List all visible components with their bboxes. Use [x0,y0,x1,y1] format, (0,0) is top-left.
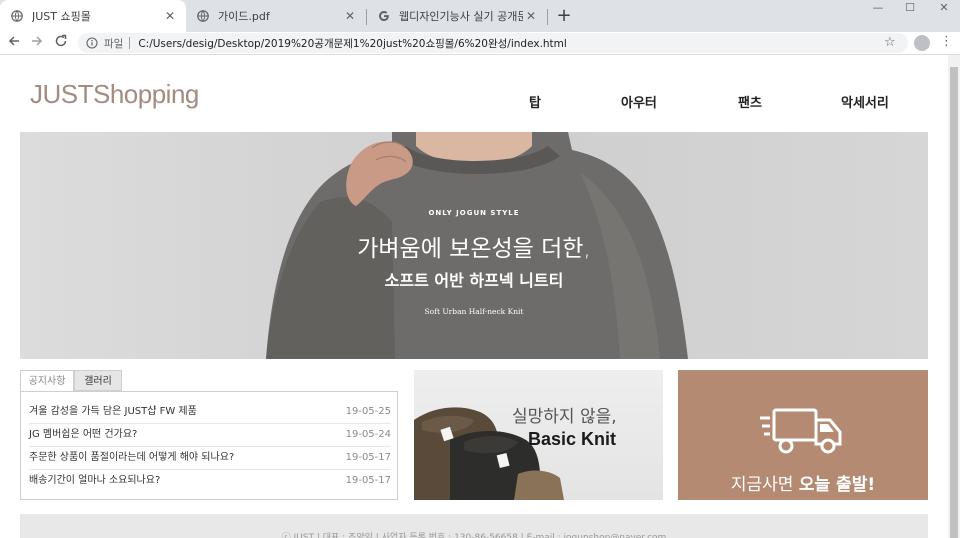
back-arrow-icon[interactable] [5,34,23,52]
info-icon[interactable] [86,37,98,49]
notice-title[interactable]: 배송기간이 얼마나 소요되나요? [29,469,160,492]
hero-subheadline: 소프트 어반 하프넥 니트티 [384,271,564,290]
notice-title[interactable]: 겨울 감성을 가득 담은 JUST샵 FW 제품 [29,400,197,423]
tab-notice[interactable]: 공지사항 [20,370,74,391]
close-tab-icon[interactable]: ✕ [162,9,178,23]
basic-knit-banner[interactable]: 실망하지 않을, Basic Knit [414,370,663,500]
close-tab-icon[interactable]: ✕ [342,9,358,23]
forward-arrow-icon[interactable] [28,34,46,52]
close-window-icon[interactable]: ✕ [928,0,960,16]
tab-title: JUST 쇼핑몰 [32,10,91,23]
nav-item-accessory[interactable]: 악세서리 [841,92,889,111]
footer-text: ⓒ JUST | 대표 : 조양임 | 사업자 등록 번호 : 130-86-5… [281,533,667,538]
delivery-text-emphasis: 오늘 출발! [798,475,876,495]
delivery-text-prefix: 지금사면 [730,475,794,495]
new-tab-button[interactable]: + [554,6,574,26]
browser-toolbar: 파일 C:/Users/desig/Desktop/2019%20공개문제1%2… [0,32,960,55]
list-item[interactable]: 겨울 감성을 가득 담은 JUST샵 FW 제품 19-05-25 [29,400,391,424]
list-item[interactable]: 주문한 상품이 품절이라는데 어떻게 해야 되나요? 19-05-17 [29,446,391,470]
vertical-scrollbar[interactable] [948,55,960,538]
globe-icon [196,9,210,23]
google-icon [377,9,391,23]
knit-banner-line1: 실망하지 않을, [512,407,617,427]
omnibox-divider [129,37,131,49]
nav-item-pants[interactable]: 팬츠 [738,92,762,111]
notice-list: 겨울 감성을 가득 담은 JUST샵 FW 제품 19-05-25 JG 멤버쉽… [20,391,398,500]
site-logo[interactable]: JUSTShopping [30,79,199,110]
notice-title[interactable]: 주문한 상품이 품절이라는데 어떻게 해야 되나요? [29,446,234,469]
browser-tab-guide[interactable]: 가이드.pdf ✕ [186,0,366,32]
tab-separator [547,9,548,25]
browser-tab-exam[interactable]: 웹디자인기능사 실기 공개문제 · ✕ [367,0,547,32]
notice-date: 19-05-25 [345,406,391,417]
site-footer: ⓒ JUST | 대표 : 조양임 | 사업자 등록 번호 : 130-86-5… [20,514,928,538]
browser-tab-just[interactable]: JUST 쇼핑몰 ✕ [0,0,186,32]
nav-item-outer[interactable]: 아우터 [621,92,657,111]
reload-icon[interactable] [52,34,70,52]
url-text[interactable]: C:/Users/desig/Desktop/2019%20공개문제1%20ju… [138,36,567,51]
hero-banner[interactable]: ONLY JOGUN STYLE 가벼움에 보온성을 더한, 소프트 어반 하프… [20,132,928,359]
notice-date: 19-05-24 [345,429,391,440]
tab-title: 웹디자인기능사 실기 공개문제 · [399,10,523,23]
delivery-truck-icon [760,408,842,454]
maximize-icon[interactable]: ☐ [894,0,926,16]
hero-eyebrow: ONLY JOGUN STYLE [428,209,520,217]
knit-banner-line2: Basic Knit [528,429,617,449]
profile-avatar[interactable] [914,35,930,51]
notice-title[interactable]: JG 멤버쉽은 어떤 건가요? [29,423,137,446]
list-item[interactable]: JG 멤버쉽은 어떤 건가요? 19-05-24 [29,423,391,447]
close-tab-icon[interactable]: ✕ [523,9,539,23]
notice-board: 공지사항 갤러리 겨울 감성을 가득 담은 JUST샵 FW 제품 19-05-… [20,370,398,500]
notice-date: 19-05-17 [345,452,391,463]
browser-tabstrip: JUST 쇼핑몰 ✕ 가이드.pdf ✕ 웹디자인기능사 실기 공개문제 · ✕… [0,0,960,32]
delivery-banner[interactable]: 지금사면 오늘 출발! [678,370,928,500]
globe-icon [10,9,24,23]
more-menu-icon[interactable]: ⋮ [940,34,953,49]
bookmark-star-icon[interactable]: ☆ [884,35,896,50]
page-content: JUSTShopping 탑 아우터 팬츠 악세서리 ONLY JOGUN ST… [0,55,948,538]
hero-headline: 가벼움에 보온성을 더한, [357,236,591,262]
address-bar[interactable]: 파일 C:/Users/desig/Desktop/2019%20공개문제1%2… [78,33,908,53]
tab-title: 가이드.pdf [218,10,270,23]
tab-gallery[interactable]: 갤러리 [74,370,122,391]
notice-date: 19-05-17 [345,475,391,486]
nav-item-top[interactable]: 탑 [529,92,541,111]
minimize-icon[interactable]: — [862,0,894,16]
scheme-label: 파일 [104,37,124,50]
scrollbar-thumb[interactable] [950,67,958,538]
delivery-banner-text: 지금사면 오늘 출발! [678,470,928,495]
hero-caption: Soft Urban Half-neck Knit [424,307,524,316]
list-item[interactable]: 배송기간이 얼마나 소요되나요? 19-05-17 [29,469,391,492]
